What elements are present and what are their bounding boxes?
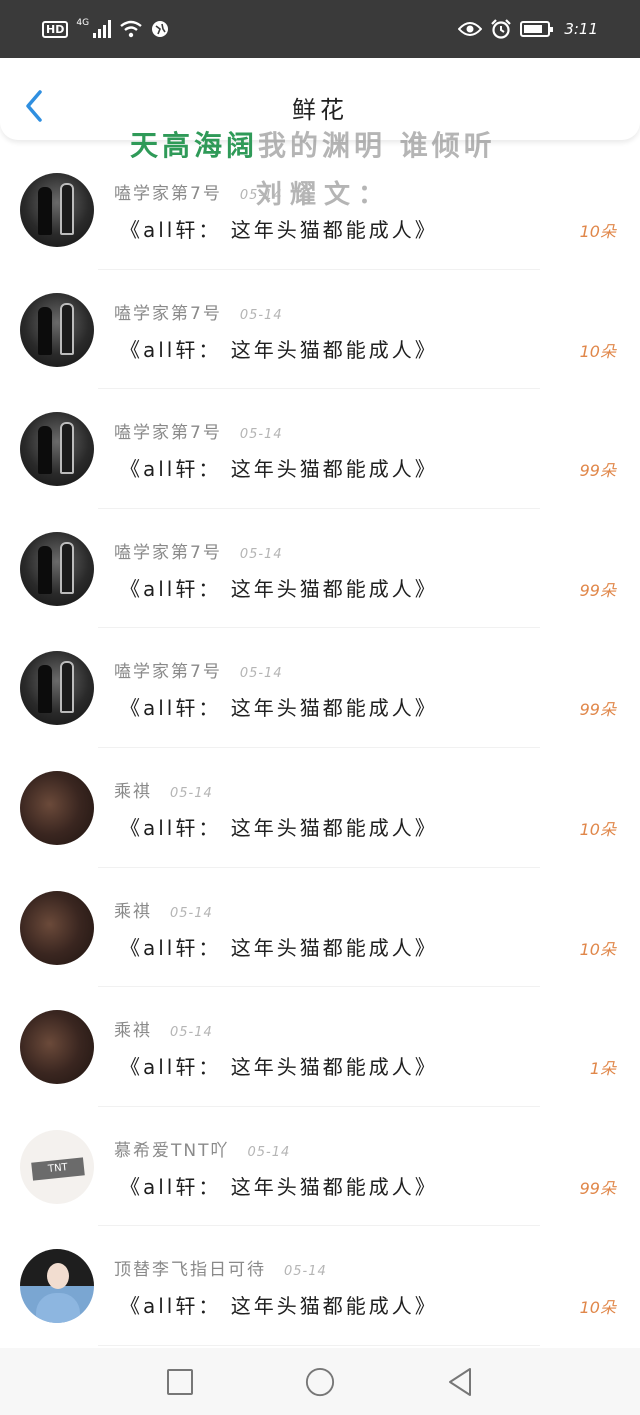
- gift-date: 05-14: [239, 427, 283, 443]
- avatar[interactable]: [20, 173, 94, 247]
- wifi-icon: [120, 20, 142, 38]
- user-name[interactable]: 乘祺 05-14: [114, 777, 213, 802]
- row-divider: [98, 1344, 540, 1346]
- flower-count: 10朵: [579, 1298, 616, 1318]
- user-name-text: 嗑学家第7号: [114, 184, 222, 204]
- signal-icon: [93, 20, 112, 38]
- user-name-text: 顶替李飞指日可待: [114, 1260, 266, 1281]
- user-name-text: 乘祺: [114, 901, 152, 922]
- navigation-bar: [0, 1348, 640, 1415]
- status-bar: HD 4G 3:11: [0, 0, 640, 58]
- user-name-text: 乘祺: [114, 781, 152, 802]
- avatar-tnt-tag: TNT: [31, 1157, 85, 1181]
- avatar[interactable]: [20, 412, 94, 487]
- page-title: 鲜花: [292, 96, 348, 124]
- status-right: 3:11: [458, 19, 598, 39]
- vpn-icon: [152, 21, 169, 37]
- avatar[interactable]: [20, 1249, 94, 1324]
- list-item[interactable]: 乘祺 05-14 《all轩： 这年头猫都能成人》 10朵: [0, 748, 640, 868]
- flower-count: 10朵: [579, 341, 616, 361]
- avatar[interactable]: [20, 651, 94, 726]
- list-item[interactable]: 乘祺 05-14 《all轩： 这年头猫都能成人》 10朵: [0, 868, 640, 988]
- book-title: 《all轩： 这年头猫都能成人》: [120, 576, 438, 601]
- book-title: 《all轩： 这年头猫都能成人》: [120, 696, 438, 721]
- list-item[interactable]: 嗑学家第7号 05-14 《all轩： 这年头猫都能成人》 10朵: [0, 270, 640, 390]
- hd-badge: HD: [42, 20, 69, 38]
- flower-count: 99朵: [579, 580, 616, 600]
- home-circle-icon[interactable]: [305, 1367, 335, 1397]
- avatar[interactable]: TNT: [20, 1129, 94, 1204]
- gift-date: 05-14: [284, 1264, 327, 1280]
- user-name[interactable]: 嗑学家第7号 05-14: [114, 538, 283, 563]
- gift-date: 05-14: [170, 1025, 213, 1041]
- avatar[interactable]: [20, 292, 94, 367]
- user-name-text: 慕希爱TNT吖: [114, 1140, 230, 1161]
- gift-date: 05-14: [247, 1144, 291, 1160]
- user-name-text: 嗑学家第7号: [114, 423, 222, 444]
- list-item[interactable]: 嗑学家第7号 05-14 《all轩： 这年头猫都能成人》 99朵: [0, 389, 640, 509]
- gift-date: 05-14: [239, 666, 283, 682]
- status-left: HD 4G: [42, 18, 169, 38]
- user-name[interactable]: 乘祺 05-14: [114, 897, 213, 922]
- flower-count: 10朵: [579, 819, 616, 839]
- list-item[interactable]: 乘祺 05-14 《all轩： 这年头猫都能成人》 1朵: [0, 987, 640, 1107]
- book-title: 《all轩： 这年头猫都能成人》: [120, 935, 438, 960]
- user-name[interactable]: 顶替李飞指日可待 05-14: [114, 1255, 327, 1280]
- user-name-text: 乘祺: [114, 1021, 152, 1042]
- flower-count: 99朵: [579, 700, 616, 720]
- list-item[interactable]: 嗑学家第7号 05-14 《all轩： 这年头猫都能成人》 10朵: [0, 150, 640, 270]
- gift-date: 05-14: [170, 785, 213, 801]
- gift-date: 05-14: [239, 188, 283, 203]
- flower-count: 10朵: [579, 222, 616, 241]
- avatar[interactable]: [20, 770, 94, 845]
- back-triangle-icon[interactable]: [445, 1367, 475, 1397]
- flower-count: 1朵: [589, 1059, 616, 1079]
- user-name[interactable]: 乘祺 05-14: [114, 1016, 213, 1041]
- user-name-text: 嗑学家第7号: [114, 662, 222, 683]
- user-name-text: 嗑学家第7号: [114, 303, 222, 324]
- flower-count: 99朵: [579, 461, 616, 481]
- book-title: 《all轩： 这年头猫都能成人》: [120, 1174, 438, 1199]
- user-name[interactable]: 慕希爱TNT吖 05-14: [114, 1136, 290, 1161]
- recents-square-icon[interactable]: [165, 1367, 195, 1397]
- flower-count: 99朵: [579, 1178, 616, 1198]
- list-item[interactable]: TNT 慕希爱TNT吖 05-14 《all轩： 这年头猫都能成人》 99朵: [0, 1107, 640, 1227]
- book-title: 《all轩： 这年头猫都能成人》: [120, 1055, 438, 1080]
- book-title: 《all轩： 这年头猫都能成人》: [120, 1294, 438, 1319]
- eye-icon: [458, 22, 483, 36]
- list-item[interactable]: 嗑学家第7号 05-14 《all轩： 这年头猫都能成人》 99朵: [0, 509, 640, 629]
- status-time: 3:11: [564, 20, 598, 38]
- user-name-text: 嗑学家第7号: [114, 542, 222, 563]
- book-title: 《all轩： 这年头猫都能成人》: [120, 337, 438, 362]
- user-name[interactable]: 嗑学家第7号 05-14: [114, 179, 283, 204]
- avatar[interactable]: [20, 531, 94, 606]
- avatar[interactable]: [20, 890, 94, 965]
- gift-date: 05-14: [170, 905, 213, 921]
- gift-date: 05-14: [239, 307, 283, 323]
- user-name[interactable]: 嗑学家第7号 05-14: [114, 657, 283, 682]
- avatar[interactable]: [20, 1010, 94, 1085]
- book-title: 《all轩： 这年头猫都能成人》: [120, 218, 438, 242]
- book-title: 《all轩： 这年头猫都能成人》: [120, 457, 438, 482]
- book-title: 《all轩： 这年头猫都能成人》: [120, 815, 438, 840]
- list-item[interactable]: 嗑学家第7号 05-14 《all轩： 这年头猫都能成人》 99朵: [0, 628, 640, 748]
- list-item[interactable]: 顶替李飞指日可待 05-14 《all轩： 这年头猫都能成人》 10朵: [0, 1226, 640, 1346]
- battery-icon: [520, 21, 554, 37]
- network-type: 4G: [76, 18, 90, 28]
- flower-count: 10朵: [579, 939, 616, 959]
- flower-list: 嗑学家第7号 05-14 《all轩： 这年头猫都能成人》 10朵 嗑学家第7号 05-1…: [0, 150, 640, 1346]
- user-name[interactable]: 嗑学家第7号 05-14: [114, 418, 283, 443]
- alarm-icon: [491, 19, 512, 39]
- user-name[interactable]: 嗑学家第7号 05-14: [114, 299, 283, 324]
- gift-date: 05-14: [239, 546, 283, 562]
